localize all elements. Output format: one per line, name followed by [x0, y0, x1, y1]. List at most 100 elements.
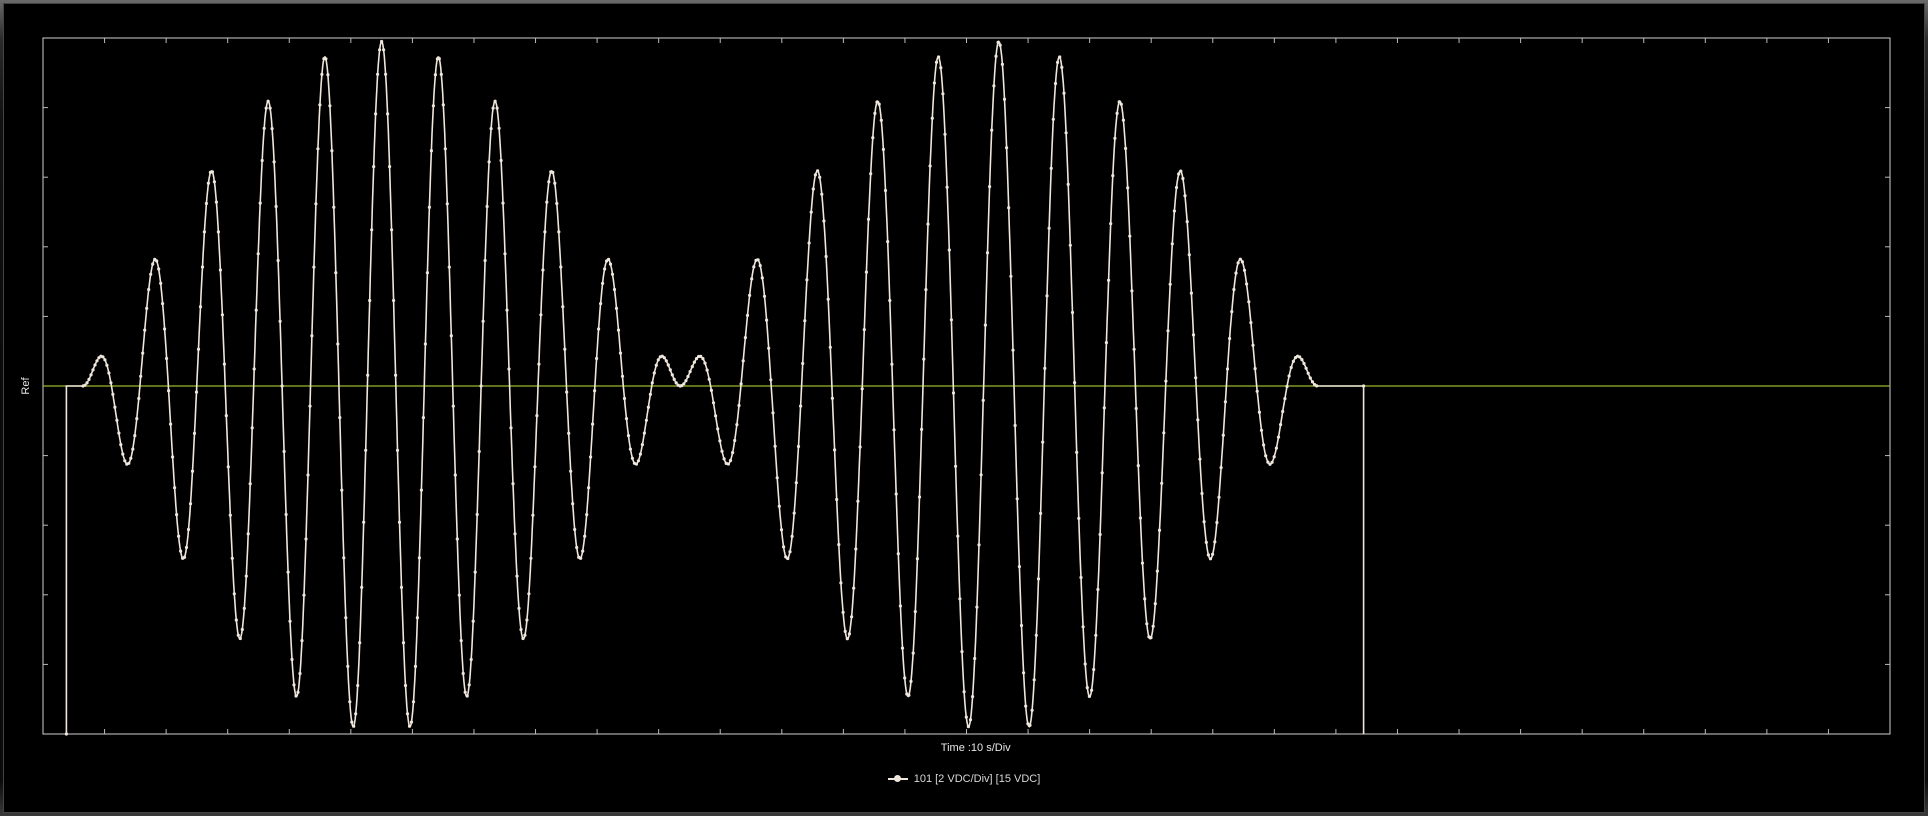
data-point: [1032, 678, 1036, 682]
data-point: [1181, 176, 1185, 181]
data-point: [419, 488, 423, 492]
data-point: [988, 185, 992, 189]
data-point: [1281, 409, 1285, 414]
data-point: [1191, 333, 1196, 337]
data-point: [529, 556, 533, 560]
data-point: [1028, 723, 1032, 727]
data-point: [731, 451, 735, 455]
data-point: [941, 92, 945, 96]
data-point: [743, 336, 748, 340]
data-point: [186, 527, 191, 532]
data-point: [593, 389, 597, 393]
data-point: [811, 187, 815, 191]
data-point: [979, 473, 983, 477]
data-point: [475, 512, 479, 517]
data-point: [453, 473, 457, 477]
data-point: [1289, 365, 1293, 370]
data-point: [1077, 516, 1081, 521]
data-point: [900, 646, 905, 650]
data-point: [975, 605, 979, 609]
data-point: [417, 556, 421, 560]
data-point: [1225, 367, 1230, 371]
data-point: [348, 700, 352, 704]
data-point: [654, 363, 658, 367]
data-point: [1051, 117, 1055, 121]
data-point: [121, 452, 125, 456]
data-point: [318, 103, 322, 107]
data-point: [656, 358, 660, 362]
data-point: [491, 106, 495, 110]
data-point: [378, 48, 382, 52]
data-point: [1115, 111, 1119, 115]
data-point: [425, 271, 429, 275]
data-point: [141, 351, 145, 355]
data-point: [278, 319, 282, 323]
data-point: [1143, 597, 1147, 601]
data-point: [1096, 587, 1100, 592]
data-point: [91, 368, 95, 372]
data-point: [573, 527, 577, 532]
data-point: [214, 200, 218, 204]
data-point: [1200, 491, 1204, 496]
data-point: [392, 298, 396, 303]
data-point: [1124, 146, 1128, 151]
data-point: [1242, 268, 1247, 272]
data-point: [1213, 540, 1217, 544]
data-point: [728, 458, 733, 463]
data-point: [515, 574, 519, 578]
data-point: [775, 476, 779, 480]
data-point: [85, 381, 89, 385]
data-point: [803, 319, 807, 323]
data-point: [248, 482, 252, 486]
legend-item-101[interactable]: 101 [2 VDC/Div] [15 VDC]: [887, 773, 1040, 785]
data-point: [624, 417, 629, 421]
data-point: [352, 724, 356, 728]
data-point: [252, 367, 256, 371]
data-point: [981, 398, 985, 402]
data-point: [809, 210, 813, 214]
data-point: [1047, 226, 1051, 230]
data-point: [545, 200, 549, 204]
data-point: [234, 618, 238, 622]
data-point: [756, 258, 760, 262]
data-point: [330, 149, 334, 153]
data-point: [690, 365, 694, 369]
data-point: [1236, 261, 1240, 265]
data-point: [735, 423, 739, 427]
data-point: [465, 694, 469, 698]
data-point: [268, 106, 272, 110]
data-point: [232, 592, 236, 596]
data-point: [503, 252, 507, 256]
data-point: [169, 422, 173, 426]
data-point: [1013, 423, 1017, 428]
data-point: [312, 265, 316, 269]
data-point: [505, 308, 509, 312]
data-point: [937, 55, 941, 59]
data-point: [103, 358, 107, 362]
data-point: [869, 172, 873, 176]
data-point: [238, 636, 242, 641]
data-point: [190, 469, 195, 473]
data-point: [1111, 174, 1115, 178]
data-point: [280, 384, 284, 388]
data-point: [854, 547, 858, 551]
data-point: [587, 486, 591, 490]
data-point: [911, 651, 915, 655]
data-point: [1005, 146, 1009, 150]
data-point: [646, 405, 651, 409]
data-point: [622, 396, 627, 401]
data-point: [537, 362, 541, 366]
data-point: [733, 438, 737, 443]
data-point: [589, 455, 593, 459]
data-point: [1136, 464, 1140, 468]
data-point: [788, 550, 792, 554]
data-point: [177, 534, 181, 538]
data-point: [155, 259, 159, 263]
data-point: [607, 257, 611, 261]
data-point: [608, 262, 613, 266]
data-point: [403, 683, 408, 688]
data-point: [535, 414, 539, 418]
data-point: [220, 313, 224, 317]
data-point: [1049, 166, 1053, 170]
data-point: [427, 205, 431, 209]
